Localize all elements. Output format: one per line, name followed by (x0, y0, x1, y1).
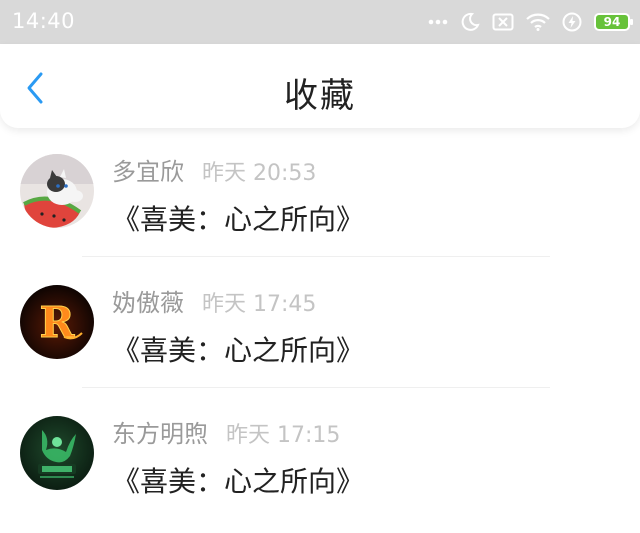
nav-bar: 收藏 (0, 44, 640, 128)
avatar[interactable] (20, 154, 94, 228)
user-name[interactable]: 妫傲薇 (112, 283, 184, 318)
more-dots-icon (428, 19, 448, 25)
user-name[interactable]: 多宜欣 (112, 152, 184, 187)
battery-level: 94 (603, 15, 621, 29)
kitten-avatar-image (20, 154, 94, 228)
favorite-content[interactable]: 《喜美：心之所向》 (112, 460, 364, 500)
list-item[interactable]: 多宜欣 昨天 20:53 《喜美：心之所向》 (0, 140, 640, 271)
user-name[interactable]: 东方明煦 (112, 414, 208, 449)
favorite-content[interactable]: 《喜美：心之所向》 (112, 198, 364, 238)
timestamp: 昨天 17:45 (202, 292, 317, 317)
fire-r-avatar-image: R (20, 285, 94, 359)
timestamp: 昨天 17:15 (226, 423, 341, 448)
battery-icon: 94 (594, 13, 633, 31)
avatar[interactable]: R (20, 285, 94, 359)
divider (82, 256, 550, 257)
green-emblem-avatar-image (20, 416, 94, 490)
status-time: 14:40 (12, 9, 76, 33)
charging-icon (562, 12, 582, 32)
timestamp: 昨天 20:53 (202, 161, 317, 186)
list-item[interactable]: R 妫傲薇 昨天 17:45 《喜美：心之所向》 (0, 271, 640, 402)
favorite-content[interactable]: 《喜美：心之所向》 (112, 329, 364, 369)
status-icons: 94 (428, 10, 633, 34)
favorites-list: 多宜欣 昨天 20:53 《喜美：心之所向》 R 妫傲薇 昨天 17:45 《喜… (0, 140, 640, 533)
wifi-icon (526, 13, 550, 31)
page-title: 收藏 (284, 76, 356, 116)
avatar[interactable] (20, 416, 94, 490)
list-item[interactable]: 东方明煦 昨天 17:15 《喜美：心之所向》 (0, 402, 640, 533)
item-meta: 妫傲薇 昨天 17:45 (112, 283, 316, 318)
svg-text:R: R (40, 298, 76, 347)
status-bar: 14:40 94 (0, 0, 640, 44)
sim-blocked-icon (492, 13, 514, 31)
item-meta: 多宜欣 昨天 20:53 (112, 152, 316, 187)
moon-icon (461, 12, 480, 31)
divider (82, 387, 550, 388)
item-meta: 东方明煦 昨天 17:15 (112, 414, 340, 449)
